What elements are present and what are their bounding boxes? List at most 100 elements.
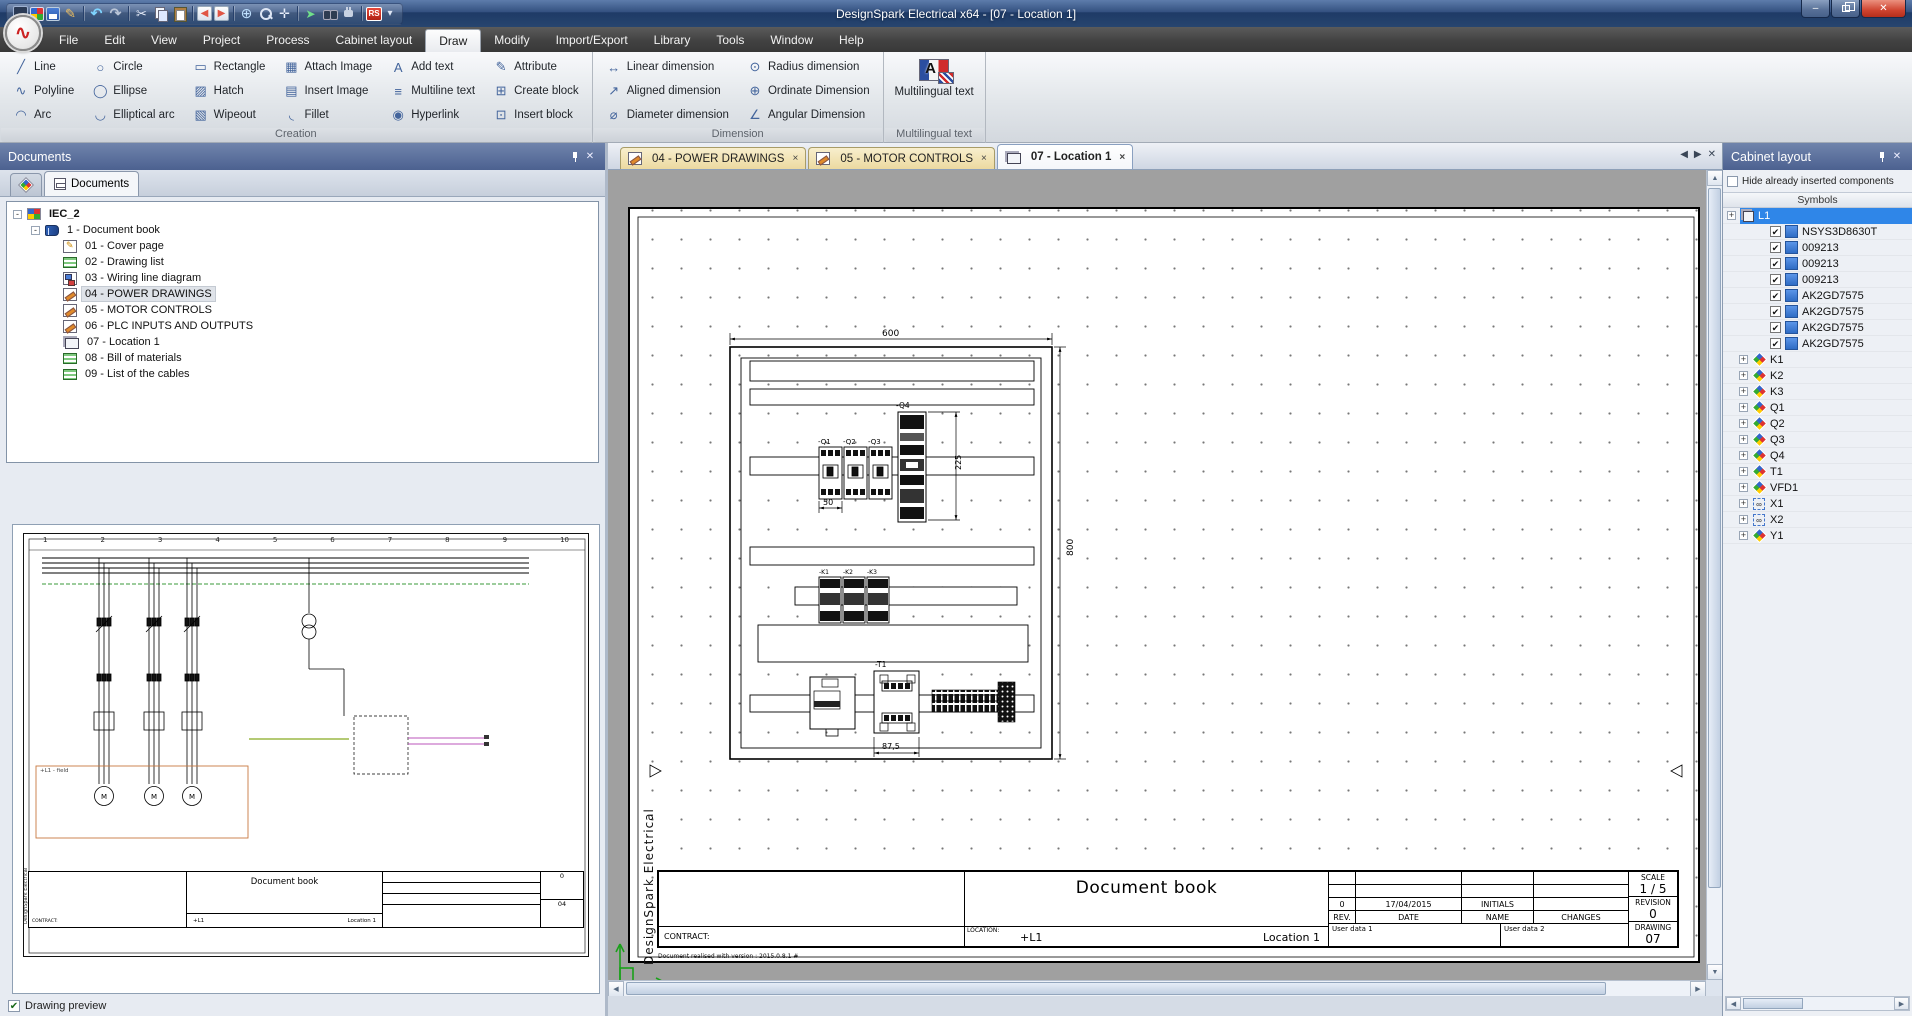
menu-item[interactable]: Cabinet layout	[323, 27, 426, 52]
expander-icon[interactable]: +	[1727, 211, 1736, 220]
tree-item[interactable]: 02 - Drawing list	[7, 254, 598, 270]
menu-item[interactable]: File	[46, 27, 91, 52]
ribbon-button[interactable]: ⊕ Ordinate Dimension	[738, 79, 879, 103]
scroll-left-icon[interactable]: ◀	[1726, 997, 1741, 1010]
menu-item[interactable]: Process	[253, 27, 322, 52]
cabinet-tree-item[interactable]: ✔ AK2GD7575	[1723, 336, 1912, 352]
cabinet-tree-item[interactable]: + K1	[1723, 352, 1912, 368]
previous-sheet-icon[interactable]: ◀	[197, 6, 212, 21]
expander-icon[interactable]: -	[13, 210, 22, 219]
menu-item[interactable]: Project	[190, 27, 253, 52]
menu-item[interactable]: Window	[757, 27, 826, 52]
close-button[interactable]: ✕	[1861, 0, 1906, 18]
ribbon-button[interactable]: A Add text	[381, 55, 484, 79]
ribbon-button[interactable]: ✎ Attribute	[484, 55, 588, 79]
expander-icon[interactable]: -	[31, 226, 40, 235]
checkbox-checked-icon[interactable]: ✔	[1770, 290, 1781, 301]
toolbar-more-icon[interactable]: ▾	[384, 5, 396, 22]
cabinet-tree-item[interactable]: ✔ 009213	[1723, 240, 1912, 256]
ribbon-button[interactable]: ▧ Wipeout	[184, 103, 275, 127]
ribbon-button[interactable]: ▨ Hatch	[184, 79, 275, 103]
horizontal-scrollbar[interactable]: ◀ ▶	[608, 980, 1706, 996]
cabinet-tree-item[interactable]: + VFD1	[1723, 480, 1912, 496]
ribbon-button[interactable]: ▦ Attach Image	[274, 55, 381, 79]
tree-item[interactable]: 06 - PLC INPUTS AND OUTPUTS	[7, 318, 598, 334]
ribbon-button[interactable]: ⊞ Create block	[484, 79, 588, 103]
expander-icon[interactable]: +	[1739, 419, 1748, 428]
ribbon-button[interactable]: ▤ Insert Image	[274, 79, 381, 103]
rs-logo-icon[interactable]: RS	[366, 7, 382, 21]
document-tab[interactable]: 05 - MOTOR CONTROLS ×	[808, 147, 995, 169]
scroll-tabs-right-icon[interactable]: ▶	[1694, 149, 1702, 160]
next-sheet-icon[interactable]: ▶	[214, 6, 229, 21]
pin-icon[interactable]	[570, 151, 580, 163]
find-icon[interactable]	[321, 5, 338, 22]
expander-icon[interactable]: +	[1739, 371, 1748, 380]
ribbon-button[interactable]: ⊡ Insert block	[484, 103, 588, 127]
cabinet-tree-item[interactable]: + Q4	[1723, 448, 1912, 464]
menu-item[interactable]: Tools	[703, 27, 757, 52]
checkbox-checked-icon[interactable]: ✔	[1770, 258, 1781, 269]
cabinet-tree-item[interactable]: ✔ 009213	[1723, 256, 1912, 272]
ribbon-button[interactable]: ∠ Angular Dimension	[738, 103, 879, 127]
close-document-icon[interactable]: ✕	[1708, 149, 1716, 160]
ribbon-button[interactable]: ◟ Fillet	[274, 103, 381, 127]
expander-icon[interactable]: +	[1739, 403, 1748, 412]
expander-icon[interactable]: +	[1739, 387, 1748, 396]
zoom-window-icon[interactable]: ⊕	[238, 5, 255, 22]
ribbon-button[interactable]: ◠ Arc	[4, 103, 83, 127]
ribbon-button[interactable]: ◯ Ellipse	[83, 79, 183, 103]
plugin-icon[interactable]	[340, 5, 357, 22]
tree-item[interactable]: 04 - POWER DRAWINGS	[7, 286, 598, 302]
document-tab[interactable]: 07 - Location 1 ×	[997, 144, 1133, 169]
ribbon-button[interactable]: ⌀ Diameter dimension	[597, 103, 738, 127]
pin-icon[interactable]	[1877, 151, 1887, 163]
checkbox-checked-icon[interactable]: ✔	[1770, 322, 1781, 333]
ribbon-button[interactable]: ◉ Hyperlink	[381, 103, 484, 127]
cabinet-tree-item[interactable]: ✔ AK2GD7575	[1723, 304, 1912, 320]
view-3d-icon[interactable]: ➤	[302, 5, 319, 22]
menu-item[interactable]: Help	[826, 27, 877, 52]
menu-item[interactable]: Edit	[91, 27, 138, 52]
cabinet-tree-item[interactable]: + K2	[1723, 368, 1912, 384]
cut-icon[interactable]: ✂	[133, 5, 150, 22]
scroll-down-icon[interactable]: ▼	[1707, 964, 1723, 980]
cabinet-tree-item[interactable]: ✔ NSYS3D8630T	[1723, 224, 1912, 240]
menu-item[interactable]: Draw	[425, 29, 481, 52]
expander-icon[interactable]: +	[1739, 515, 1748, 524]
expander-icon[interactable]: +	[1739, 531, 1748, 540]
tree-item[interactable]: 09 - List of the cables	[7, 366, 598, 382]
close-tab-icon[interactable]: ×	[1119, 152, 1125, 163]
menu-item[interactable]: Import/Export	[543, 27, 641, 52]
undo-icon[interactable]: ↶	[88, 5, 105, 22]
cabinet-tree-item[interactable]: + T1	[1723, 464, 1912, 480]
restore-button[interactable]	[1831, 0, 1860, 18]
ribbon-button[interactable]: ≡ Multiline text	[381, 79, 484, 103]
horizontal-scroll-thumb[interactable]	[626, 982, 1606, 995]
cabinet-tree-item[interactable]: ✔ 009213	[1723, 272, 1912, 288]
tree-item[interactable]: - IEC_2	[7, 206, 598, 222]
close-tab-icon[interactable]: ×	[792, 153, 798, 164]
tree-item[interactable]: 05 - MOTOR CONTROLS	[7, 302, 598, 318]
cabinet-tree-item[interactable]: ✔ AK2GD7575	[1723, 320, 1912, 336]
checkbox-unchecked-icon[interactable]	[1727, 176, 1738, 187]
menu-item[interactable]: Modify	[481, 27, 542, 52]
document-tab[interactable]: 04 - POWER DRAWINGS ×	[620, 147, 806, 169]
ribbon-button[interactable]: ╱ Line	[4, 55, 83, 79]
expander-icon[interactable]: +	[1739, 355, 1748, 364]
ribbon-button[interactable]: ○ Circle	[83, 55, 183, 79]
redo-icon[interactable]: ↷	[107, 5, 124, 22]
tree-item[interactable]: 03 - Wiring line diagram	[7, 270, 598, 286]
tree-item[interactable]: - 1 - Document book	[7, 222, 598, 238]
expander-icon[interactable]: +	[1739, 435, 1748, 444]
tree-item[interactable]: 01 - Cover page	[7, 238, 598, 254]
save-icon[interactable]	[46, 7, 60, 21]
scroll-right-icon[interactable]: ▶	[1690, 981, 1706, 997]
multilingual-text-button[interactable]: Multilingual text	[888, 55, 981, 125]
designspark-logo-icon[interactable]	[5, 15, 41, 51]
expander-icon[interactable]: +	[1739, 483, 1748, 492]
expander-icon[interactable]: +	[1739, 467, 1748, 476]
tab-components[interactable]	[10, 173, 42, 196]
close-panel-icon[interactable]: ✕	[1890, 151, 1904, 162]
zoom-icon[interactable]	[257, 5, 274, 22]
